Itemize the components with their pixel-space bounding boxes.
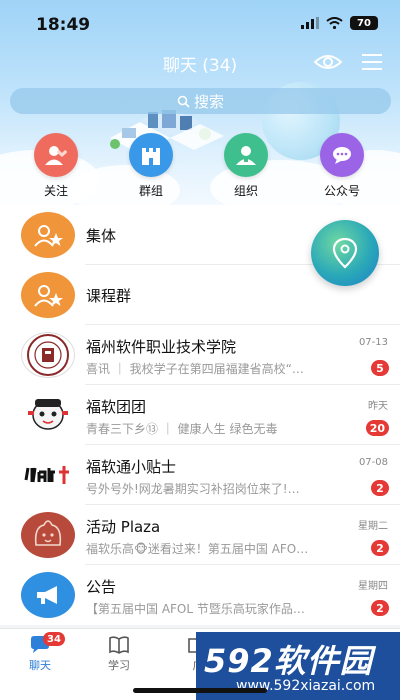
tab-label: 学习 xyxy=(108,659,130,672)
rabbit-doodle-icon xyxy=(21,512,75,558)
conversation-preview: 喜讯 ｜ 我校学子在第四届福建省高校“… xyxy=(86,362,304,376)
conversation-time: 昨天 xyxy=(368,401,388,412)
status-icons: 70 xyxy=(301,16,378,30)
conversation-row-tips[interactable]: 福软通小贴士 07-08 号外号外!网龙暑期实习补招岗位来了!… 2 xyxy=(0,445,400,505)
conversation-time: 星期二 xyxy=(358,521,388,532)
unread-badge: 2 xyxy=(371,480,389,496)
conversation-name: 公告 xyxy=(86,578,117,596)
conversation-row-announcements[interactable]: 公告 星期四 【第五届中国 AFOL 节暨乐高玩家作品… 2 xyxy=(0,565,400,625)
conversation-row-activity-plaza[interactable]: 活动 Plaza 星期二 福软乐高🐵迷看过来！第五届中国 AFO… 2 xyxy=(0,505,400,565)
conversation-name: 集体 xyxy=(86,227,117,245)
conversation-time: 07-13 xyxy=(358,337,388,348)
home-indicator xyxy=(133,688,267,693)
conversation-name: 活动 Plaza xyxy=(86,518,161,536)
unread-badge: 2 xyxy=(371,540,389,556)
conversation-row-college[interactable]: 福州软件职业技术学院 07-13 喜讯 ｜ 我校学子在第四届福建省高校“… 5 xyxy=(0,325,400,385)
quick-action-follow[interactable]: 关注 xyxy=(26,133,86,199)
conversation-name: 福州软件职业技术学院 xyxy=(86,338,237,356)
unread-badge: 2 xyxy=(371,600,389,616)
tab-study[interactable]: 学习 xyxy=(94,635,144,673)
quick-action-label: 组织 xyxy=(233,184,258,198)
tab-unread-badge: 34 xyxy=(43,632,65,646)
conversation-time: 07-08 xyxy=(358,457,388,468)
quick-action-official-accounts[interactable]: 公众号 xyxy=(312,133,372,199)
unread-badge: 5 xyxy=(371,360,389,376)
conversation-name: 福软团团 xyxy=(86,398,147,416)
conversation-preview: 福软乐高🐵迷看过来！第五届中国 AFO… xyxy=(86,542,309,556)
quick-action-label: 公众号 xyxy=(323,184,360,198)
search-icon xyxy=(177,95,190,108)
conversation-time: 星期四 xyxy=(358,581,388,592)
quick-action-label: 关注 xyxy=(43,184,68,198)
book-icon xyxy=(109,636,129,654)
signal-icon xyxy=(301,17,319,29)
org-user-icon xyxy=(224,133,268,177)
battery-icon: 70 xyxy=(350,16,378,30)
conversation-name: 福软通小贴士 xyxy=(86,458,177,476)
status-bar: 18:49 70 xyxy=(0,0,400,46)
wifi-icon xyxy=(326,17,343,29)
tab-label: 聊天 xyxy=(29,659,51,672)
watermark-brand: 592软件园 xyxy=(204,642,373,680)
mascot-avatar-icon xyxy=(21,392,75,438)
conversation-preview: 【第五届中国 AFOL 节暨乐高玩家作品… xyxy=(86,602,305,616)
group-star-icon xyxy=(21,212,75,258)
quick-action-label: 群组 xyxy=(138,184,163,198)
handwritten-logo-icon xyxy=(21,452,75,498)
broadcast-icon xyxy=(320,133,364,177)
search-bar[interactable]: 搜索 xyxy=(10,88,391,114)
college-seal-icon xyxy=(21,332,75,378)
user-heart-icon xyxy=(34,133,78,177)
group-star-icon xyxy=(21,272,75,318)
menu-icon[interactable] xyxy=(360,52,384,72)
conversation-row-youth-league[interactable]: 福软团团 昨天 青春三下乡⑬ ｜ 健康人生 绿色无毒 20 xyxy=(0,385,400,445)
conversation-name: 课程群 xyxy=(86,287,132,305)
status-time: 18:49 xyxy=(36,15,91,35)
location-pin-icon xyxy=(332,237,358,269)
conversation-preview: 号外号外!网龙暑期实习补招岗位来了!… xyxy=(86,482,300,496)
quick-action-organization[interactable]: 组织 xyxy=(216,133,276,199)
conversation-preview: 青春三下乡⑬ ｜ 健康人生 绿色无毒 xyxy=(86,422,278,436)
floating-location-button[interactable] xyxy=(311,220,379,286)
search-placeholder: 搜索 xyxy=(193,92,224,111)
megaphone-icon xyxy=(21,572,75,618)
quick-action-groups[interactable]: 群组 xyxy=(121,133,181,199)
tab-chat[interactable]: 聊天 34 xyxy=(15,632,65,673)
castle-icon xyxy=(129,133,173,177)
eye-icon[interactable] xyxy=(313,52,343,72)
unread-badge: 20 xyxy=(365,420,389,436)
